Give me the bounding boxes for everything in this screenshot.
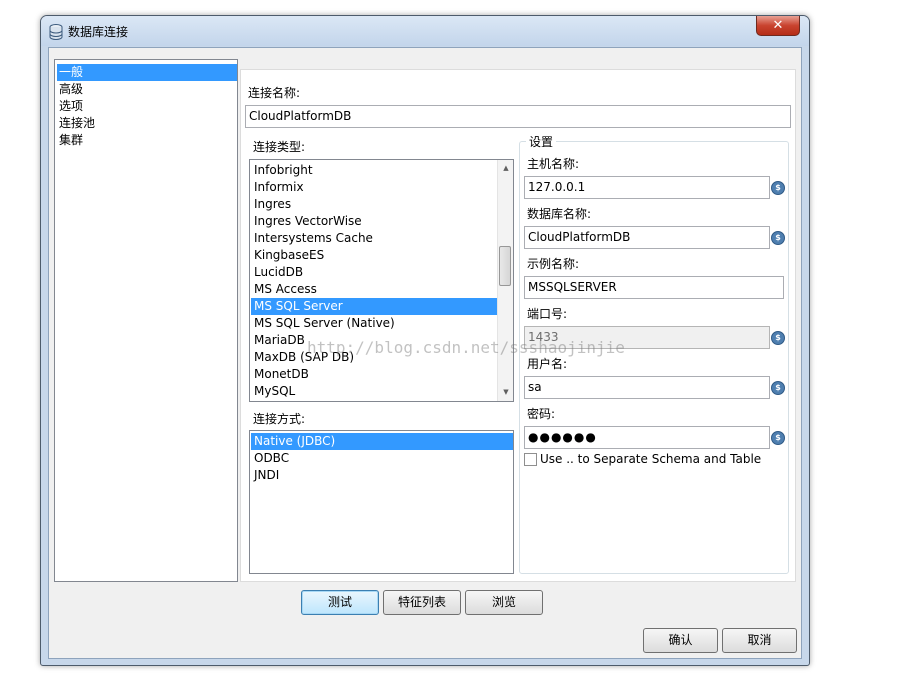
database-name-input[interactable]: CloudPlatformDB [524, 226, 770, 249]
connection-type-label: 连接类型: [253, 140, 306, 154]
nav-item-pooling[interactable]: 连接池 [57, 115, 237, 132]
list-item[interactable]: Intersystems Cache [251, 230, 499, 247]
access-method-list[interactable]: Native (JDBC) ODBC JNDI [249, 430, 514, 574]
scroll-up-arrow-icon[interactable]: ▲ [498, 164, 514, 172]
schema-separator-checkbox[interactable] [524, 453, 537, 466]
list-item[interactable]: Ingres VectorWise [251, 213, 499, 230]
cancel-button[interactable]: 取消 [722, 628, 797, 653]
test-button[interactable]: 测试 [301, 590, 379, 615]
database-icon [49, 24, 63, 40]
connection-name-input[interactable]: CloudPlatformDB [245, 105, 791, 128]
list-item[interactable]: Infobright [251, 162, 499, 179]
port-label: 端口号: [527, 307, 568, 321]
password-label: 密码: [527, 407, 556, 421]
username-input[interactable]: sa [524, 376, 770, 399]
connection-name-label: 连接名称: [248, 86, 301, 100]
ok-button[interactable]: 确认 [643, 628, 718, 653]
list-item[interactable]: JNDI [251, 467, 499, 484]
list-item[interactable]: ODBC [251, 450, 499, 467]
host-input[interactable]: 127.0.0.1 [524, 176, 770, 199]
nav-item-options[interactable]: 选项 [57, 98, 237, 115]
nav-item-general[interactable]: 一般 [57, 64, 237, 81]
access-method-label: 连接方式: [253, 412, 306, 426]
feature-list-button[interactable]: 特征列表 [383, 590, 461, 615]
list-item[interactable]: Ingres [251, 196, 499, 213]
close-icon[interactable]: ✕ [756, 16, 800, 36]
nav-item-advanced[interactable]: 高级 [57, 81, 237, 98]
list-item[interactable]: MonetDB [251, 366, 499, 383]
nav-item-cluster[interactable]: 集群 [57, 132, 237, 149]
category-nav: 一般 高级 选项 连接池 集群 [54, 59, 238, 582]
instance-name-label: 示例名称: [527, 257, 580, 271]
list-item[interactable]: KingbaseES [251, 247, 499, 264]
schema-separator-label: Use .. to Separate Schema and Table [540, 452, 762, 466]
scroll-down-arrow-icon[interactable]: ▼ [498, 388, 514, 396]
variable-dollar-icon[interactable]: $ [771, 181, 785, 195]
list-item-selected[interactable]: Native (JDBC) [251, 433, 513, 450]
list-item[interactable]: MS Access [251, 281, 499, 298]
list-item[interactable]: MySQL [251, 383, 499, 400]
list-item[interactable]: LucidDB [251, 264, 499, 281]
username-label: 用户名: [527, 357, 568, 371]
title-bar[interactable] [41, 16, 809, 46]
browse-button[interactable]: 浏览 [465, 590, 543, 615]
watermark: http://blog.csdn.net/ssshaojinjie [307, 338, 625, 357]
list-item[interactable]: Informix [251, 179, 499, 196]
list-item[interactable]: MS SQL Server (Native) [251, 315, 499, 332]
variable-dollar-icon[interactable]: $ [771, 231, 785, 245]
host-label: 主机名称: [527, 157, 580, 171]
connection-type-list[interactable]: Infobright Informix Ingres Ingres Vector… [249, 159, 514, 402]
password-input[interactable]: ●●●●●● [524, 426, 770, 449]
instance-name-input[interactable]: MSSQLSERVER [524, 276, 784, 299]
variable-dollar-icon[interactable]: $ [771, 331, 785, 345]
variable-dollar-icon[interactable]: $ [771, 381, 785, 395]
scrollbar-thumb[interactable] [499, 246, 511, 286]
database-name-label: 数据库名称: [527, 207, 592, 221]
window-title: 数据库连接 [68, 25, 129, 39]
settings-legend: 设置 [526, 133, 557, 150]
variable-dollar-icon[interactable]: $ [771, 431, 785, 445]
list-item-selected[interactable]: MS SQL Server [251, 298, 499, 315]
